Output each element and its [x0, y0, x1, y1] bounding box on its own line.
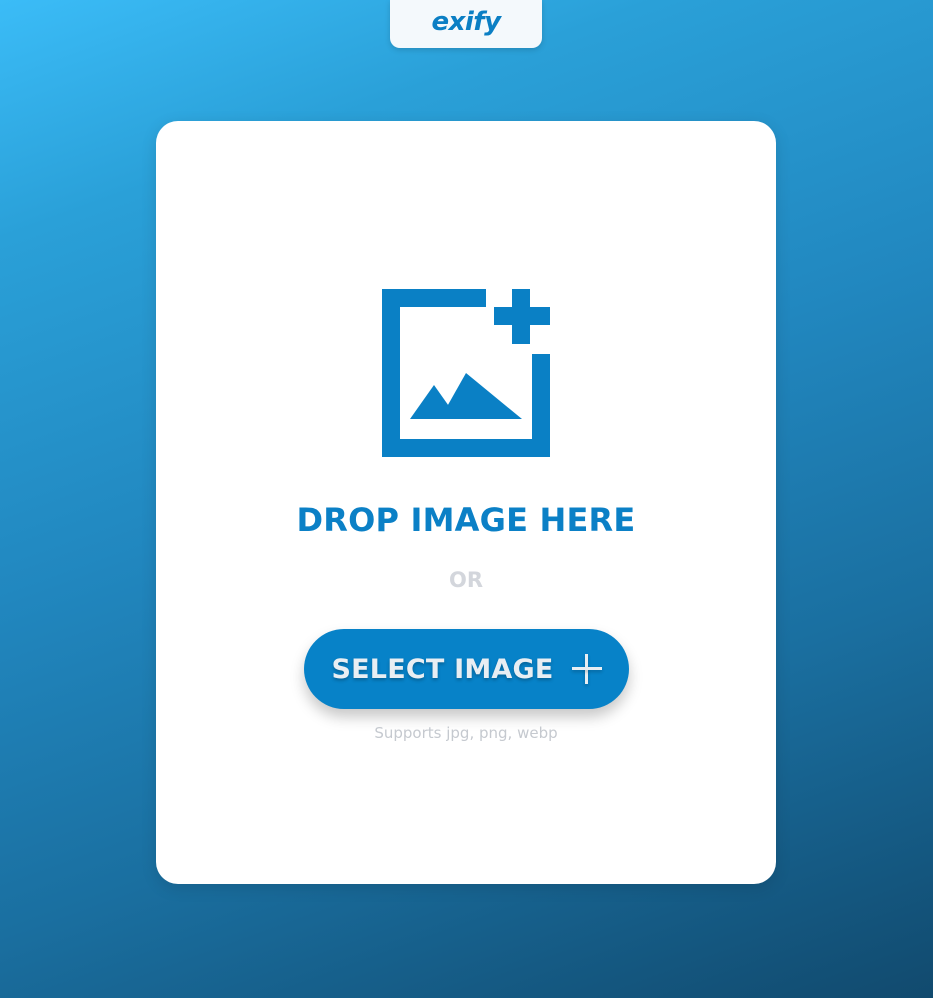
plus-icon — [571, 654, 602, 684]
upload-card[interactable]: DROP IMAGE HERE OR SELECT IMAGE Supports… — [156, 121, 776, 884]
logo-tab[interactable]: exify — [390, 0, 542, 48]
logo: exify — [431, 7, 501, 37]
or-separator: OR — [448, 568, 484, 592]
add-image-icon — [382, 289, 550, 457]
select-image-label: SELECT IMAGE — [331, 653, 554, 685]
supported-formats: Supports jpg, png, webp — [374, 724, 558, 742]
drop-title: DROP IMAGE HERE — [296, 501, 636, 539]
select-image-button[interactable]: SELECT IMAGE — [304, 629, 629, 709]
